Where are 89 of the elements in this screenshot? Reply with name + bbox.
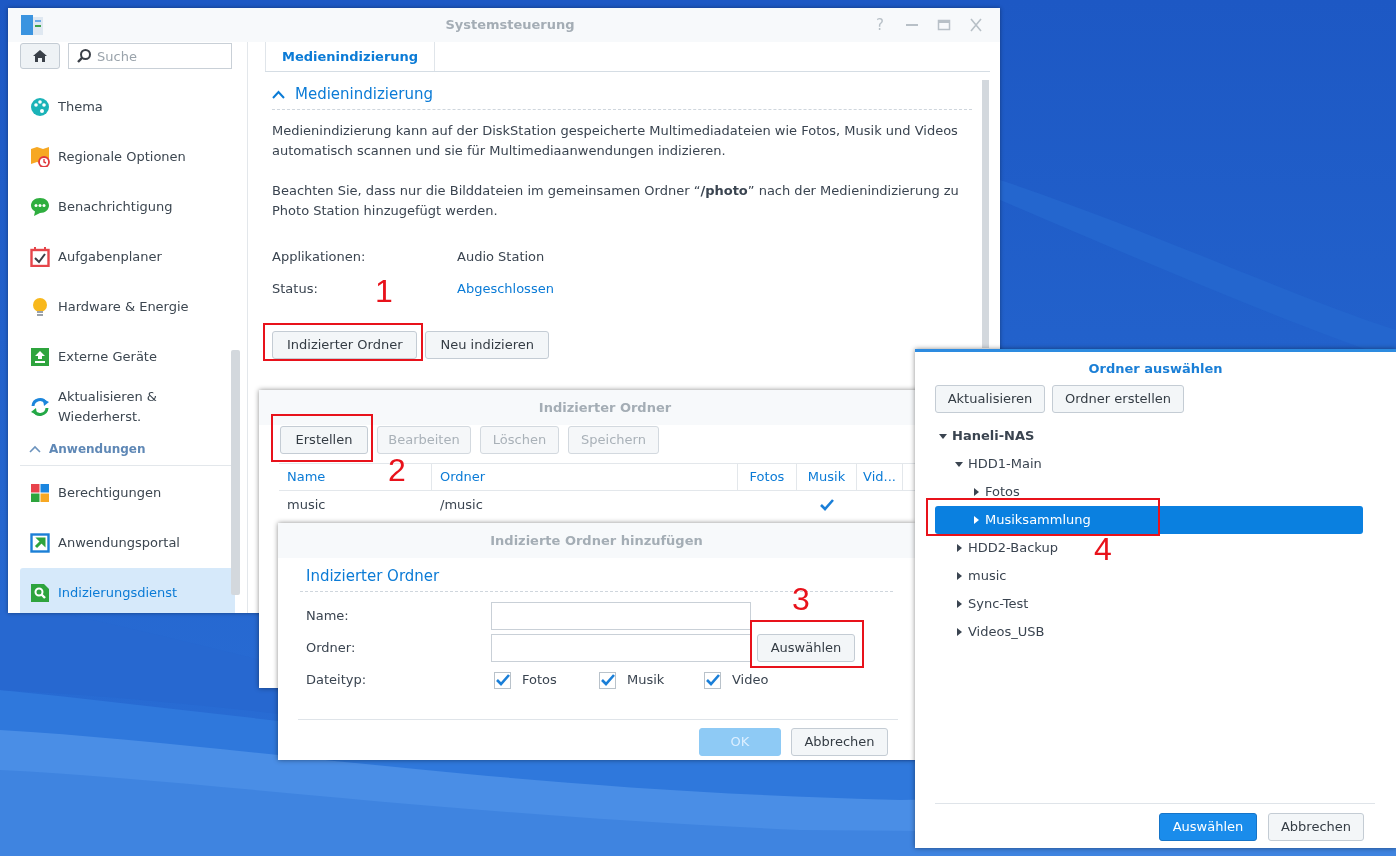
field-value: Audio Station: [457, 248, 545, 267]
button[interactable]: Neu indizieren: [425, 331, 550, 359]
search-field[interactable]: Suche: [68, 43, 232, 69]
tree-item[interactable]: music: [935, 562, 1011, 590]
sidebar-item[interactable]: Regionale Optionen: [20, 132, 235, 182]
column-header[interactable]: Musik: [807, 467, 846, 487]
tree-item[interactable]: HDD1-Main: [935, 450, 1046, 478]
button[interactable]: Ordner erstellen: [1052, 385, 1184, 413]
squares-icon: [30, 483, 50, 503]
button[interactable]: Aktualisieren: [935, 385, 1045, 413]
column-header[interactable]: Ordner: [440, 467, 486, 487]
search-document-icon: [30, 583, 50, 603]
field-label: Name:: [305, 607, 350, 626]
caret-right-icon: [972, 488, 980, 496]
caret-right-icon: [955, 572, 963, 580]
button[interactable]: Abbrechen: [791, 728, 888, 756]
upload-icon: [30, 347, 50, 367]
sidebar-item[interactable]: Aufgabenplaner: [20, 232, 235, 282]
field-label: Dateityp:: [305, 671, 368, 690]
checkbox-label: Fotos: [522, 671, 557, 690]
chat-bubble-icon: [30, 197, 50, 217]
button[interactable]: Erstellen: [280, 426, 368, 454]
button[interactable]: Indizierter Ordner: [272, 331, 418, 359]
checkbox[interactable]: [599, 671, 616, 689]
input-field[interactable]: [491, 634, 751, 662]
tree-item[interactable]: Fotos: [935, 478, 1024, 506]
sidebar-item[interactable]: Hardware & Energie: [20, 282, 235, 332]
button[interactable]: Abbrechen: [1268, 813, 1364, 841]
caret-down-icon: [939, 432, 947, 440]
caret-up-icon[interactable]: [29, 444, 41, 453]
caret-right-icon: [955, 628, 963, 636]
dialog-title: Indizierter Ordner: [538, 398, 672, 417]
column-header[interactable]: Vid...: [863, 467, 896, 487]
field-label: Status:: [272, 281, 318, 297]
caret-right-icon: [955, 544, 963, 552]
section-heading: Anwendungen: [49, 440, 146, 458]
sidebar-item[interactable]: Thema: [20, 82, 235, 132]
sidebar-item[interactable]: Benachrichtigung: [20, 182, 235, 232]
column-header[interactable]: Name: [287, 467, 326, 487]
annotation-number: 4: [1094, 533, 1112, 565]
checkbox-label: Video: [732, 671, 769, 690]
scrollbar[interactable]: [231, 350, 240, 595]
annotation-number: 1: [375, 275, 393, 307]
sidebar-item[interactable]: Berechtigungen: [20, 468, 235, 518]
lightbulb-icon: [30, 297, 50, 317]
caret-right-icon: [972, 516, 980, 524]
palette-icon: [30, 97, 50, 117]
refresh-icon: [30, 397, 50, 417]
sidebar-item[interactable]: Anwendungsportal: [20, 518, 235, 568]
table-cell-text: music: [286, 495, 327, 514]
home-icon: [32, 49, 48, 63]
calendar-check-icon: [30, 247, 50, 267]
annotation-number: 3: [792, 583, 810, 615]
caret-up-icon[interactable]: [272, 90, 285, 99]
scrollbar[interactable]: [982, 80, 989, 348]
sidebar-item[interactable]: Indizierungsdienst: [20, 568, 235, 613]
checkbox[interactable]: [704, 671, 721, 689]
field-label: Ordner:: [305, 639, 357, 658]
paragraph: Medienindizierung kann auf der DiskStation gespeicherte Multimediadateien wie Fotos, Musik und Videos automatisch scannen und sie für Multimediaanwendungen indizieren.: [272, 122, 959, 160]
table-cell-text: /music: [439, 495, 484, 514]
window-title: Systemsteuerung: [445, 16, 575, 35]
button[interactable]: Auswählen: [1159, 813, 1257, 841]
section-title: Indizierter Ordner: [306, 566, 440, 588]
tree-item[interactable]: HDD2-Backup: [935, 534, 1062, 562]
annotation-number: 2: [388, 454, 406, 486]
input-field[interactable]: [491, 602, 751, 630]
checkbox[interactable]: [494, 671, 511, 689]
tree-item[interactable]: Haneli-NAS: [935, 422, 1039, 450]
tree-item[interactable]: Musiksammlung: [935, 506, 1363, 534]
field-label: Applikationen:: [272, 249, 366, 265]
sidebar-item[interactable]: Aktualisieren & Wiederherst.: [20, 382, 235, 432]
dialog-title: Ordner auswählen: [1088, 359, 1223, 378]
dialog-title: Indizierte Ordner hinzufügen: [490, 531, 703, 550]
section-title: Medienindizierung: [295, 84, 433, 106]
search-icon: [76, 48, 92, 64]
tab[interactable]: Medienindizierung: [265, 42, 436, 71]
home-button[interactable]: [20, 43, 60, 69]
button[interactable]: Auswählen: [757, 634, 855, 662]
caret-down-icon: [955, 460, 963, 468]
column-header[interactable]: Fotos: [749, 467, 785, 487]
checkbox-label: Musik: [627, 671, 665, 690]
status-link[interactable]: Abgeschlossen: [457, 279, 554, 299]
paragraph: Beachten Sie, dass nur die Bilddateien im gemeinsamen Ordner “/photo” nach der Medienindizierung zu Photo Station hinzugefügt werden.: [272, 182, 960, 220]
sidebar-item[interactable]: Externe Geräte: [20, 332, 235, 382]
map-clock-icon: [30, 147, 50, 167]
caret-right-icon: [955, 600, 963, 608]
tree-item[interactable]: Videos_USB: [935, 618, 1049, 646]
app-logo-icon: [20, 14, 44, 36]
tree-item[interactable]: Sync-Test: [935, 590, 1033, 618]
